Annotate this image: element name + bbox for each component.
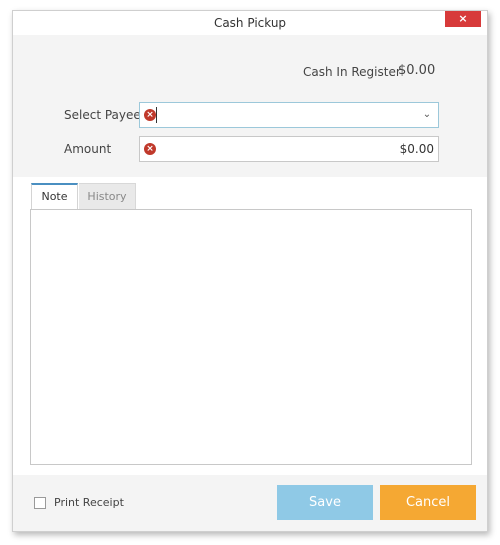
amount-value: $0.00 [399,142,434,156]
tab-note[interactable]: Note [31,183,78,209]
cash-in-register-label: Cash In Register [303,65,401,79]
close-button[interactable]: × [445,11,481,27]
note-area[interactable] [30,209,472,465]
payee-input[interactable] [160,105,410,125]
print-receipt-checkbox[interactable] [34,497,46,509]
error-icon: × [144,109,156,121]
title-bar: Cash Pickup × [13,11,487,35]
chevron-down-icon[interactable]: ⌄ [420,106,434,124]
dialog-footer: Print Receipt Save Cancel [13,475,487,531]
note-textarea[interactable] [31,210,471,464]
text-caret [156,107,157,123]
cancel-button[interactable]: Cancel [380,485,476,520]
error-icon: × [144,143,156,155]
window-title: Cash Pickup [213,16,287,30]
close-icon: × [458,12,468,25]
tab-history[interactable]: History [79,183,136,209]
cash-pickup-dialog: Cash Pickup × Cash In Register $0.00 Sel… [12,10,488,532]
save-button[interactable]: Save [277,485,373,520]
payee-select[interactable]: × ⌄ [139,102,439,128]
print-receipt-label: Print Receipt [54,496,124,509]
amount-label: Amount [64,142,112,156]
amount-field[interactable]: × $0.00 [139,136,439,162]
select-payee-label: Select Payee [64,108,141,122]
cash-in-register-value: $0.00 [398,63,436,78]
register-panel: Cash In Register $0.00 Select Payee × ⌄ … [13,35,487,177]
